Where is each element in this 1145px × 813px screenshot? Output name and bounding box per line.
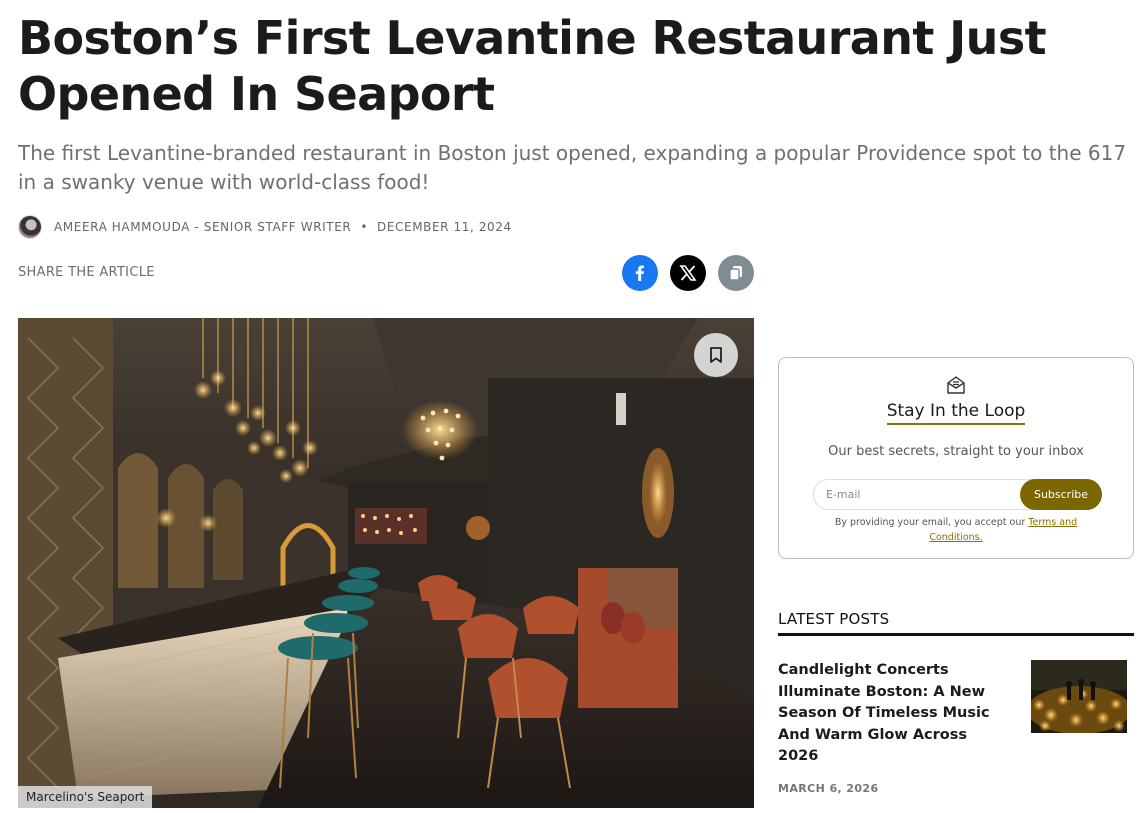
hero-image: Marcelino's Seaport [18, 318, 754, 808]
share-label: SHARE THE ARTICLE [18, 265, 155, 280]
newsletter-title-text: Stay In the Loop [886, 401, 1026, 425]
article-byline: AMEERA HAMMOUDA - SENIOR STAFF WRITER • … [18, 214, 512, 240]
restaurant-interior-image [18, 318, 754, 808]
newsletter-signup: Stay In the Loop Our best secrets, strai… [778, 357, 1134, 559]
latest-posts-heading: LATEST POSTS [778, 610, 1134, 636]
copy-icon [729, 266, 742, 281]
latest-post-thumbnail[interactable] [1031, 660, 1127, 733]
email-input[interactable] [814, 480, 1020, 509]
latest-post-title[interactable]: Candlelight Concerts Illuminate Boston: … [778, 660, 1008, 768]
facebook-icon [635, 265, 644, 281]
subscribe-button[interactable]: Subscribe [1020, 479, 1102, 510]
mail-inbox-icon [947, 376, 965, 394]
share-x-button[interactable] [670, 255, 706, 291]
newsletter-title: Stay In the Loop [779, 401, 1133, 425]
publish-date: DECEMBER 11, 2024 [377, 220, 512, 234]
bookmark-icon [710, 347, 722, 363]
article-title: Boston’s First Levantine Restaurant Just… [18, 11, 1047, 121]
bookmark-button[interactable] [694, 333, 738, 377]
x-icon [679, 265, 697, 281]
image-credit: Marcelino's Seaport [18, 786, 153, 808]
byline-separator: • [360, 220, 369, 234]
author-name[interactable]: AMEERA HAMMOUDA - SENIOR STAFF WRITER [54, 220, 351, 234]
share-facebook-button[interactable] [622, 255, 658, 291]
article-subtitle: The first Levantine-branded restaurant i… [18, 141, 1127, 194]
newsletter-description: Our best secrets, straight to your inbox [828, 444, 1084, 459]
candlelight-concert-image [1031, 660, 1127, 733]
newsletter-legal: By providing your email, you accept our … [779, 515, 1133, 545]
newsletter-form: Subscribe [813, 479, 1102, 510]
copy-link-button[interactable] [718, 255, 754, 291]
author-avatar[interactable] [18, 215, 42, 239]
latest-post-date: MARCH 6, 2026 [778, 782, 879, 795]
legal-text: By providing your email, you accept our [834, 517, 1029, 528]
